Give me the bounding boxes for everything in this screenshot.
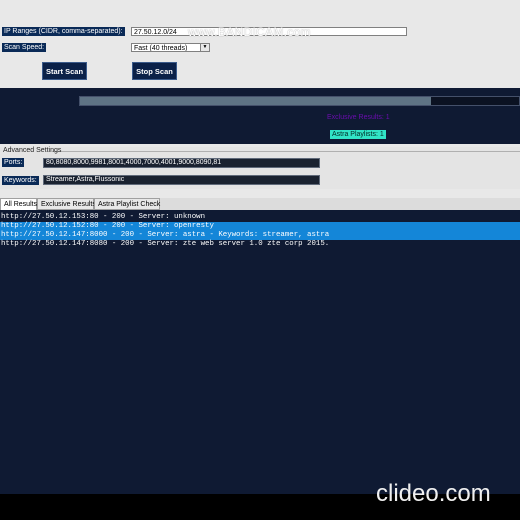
ports-label: Ports: — [2, 158, 25, 167]
scanner-window: IP Ranges (CIDR, comma-separated): 27.50… — [0, 0, 520, 494]
results-output[interactable]: http://27.50.12.153:80 - 200 - Server: u… — [0, 210, 520, 494]
result-line: http://27.50.12.147:8000 - 200 - Server:… — [1, 231, 330, 239]
clideo-watermark: clideo.com — [376, 480, 491, 507]
bandicam-watermark: www.BANDICAM.com — [188, 25, 311, 39]
scan-speed-value: Fast (40 threads) — [134, 45, 188, 52]
keywords-input[interactable]: Streamer,Astra,Flussonic — [43, 175, 320, 185]
scan-progress-fill — [80, 97, 432, 105]
results-tabs: All Results Exclusive Results Astra Play… — [0, 198, 520, 210]
scan-speed-select[interactable]: Fast (40 threads) ▼ — [131, 43, 210, 52]
ip-ranges-label: IP Ranges (CIDR, comma-separated): — [2, 27, 125, 36]
scan-speed-label: Scan Speed: — [2, 43, 47, 52]
ports-input[interactable]: 80,8080,8000,9981,8001,4000,7000,4001,90… — [43, 158, 320, 168]
result-line: http://27.50.12.153:80 - 200 - Server: u… — [1, 213, 206, 221]
scan-progress-bar — [79, 96, 520, 106]
result-line: http://27.50.12.152:80 - 200 - Server: o… — [1, 222, 214, 230]
advanced-settings-title: Advanced Settings — [3, 147, 62, 154]
tab-astra-playlist-check[interactable]: Astra Playlist Check — [94, 198, 160, 210]
start-scan-button[interactable]: Start Scan — [42, 62, 87, 80]
tab-exclusive-results[interactable]: Exclusive Results — [37, 198, 96, 210]
exclusive-results-count: Exclusive Results: 1 — [327, 114, 390, 121]
group-divider — [52, 151, 520, 152]
keywords-label: Keywords: — [2, 176, 39, 185]
stop-scan-button[interactable]: Stop Scan — [132, 62, 177, 80]
result-line: http://27.50.12.147:8080 - 200 - Server:… — [1, 240, 330, 248]
tab-all-results[interactable]: All Results — [0, 198, 37, 210]
chevron-down-icon[interactable]: ▼ — [200, 44, 209, 51]
astra-playlists-badge: Astra Playlists: 1 — [330, 130, 386, 139]
